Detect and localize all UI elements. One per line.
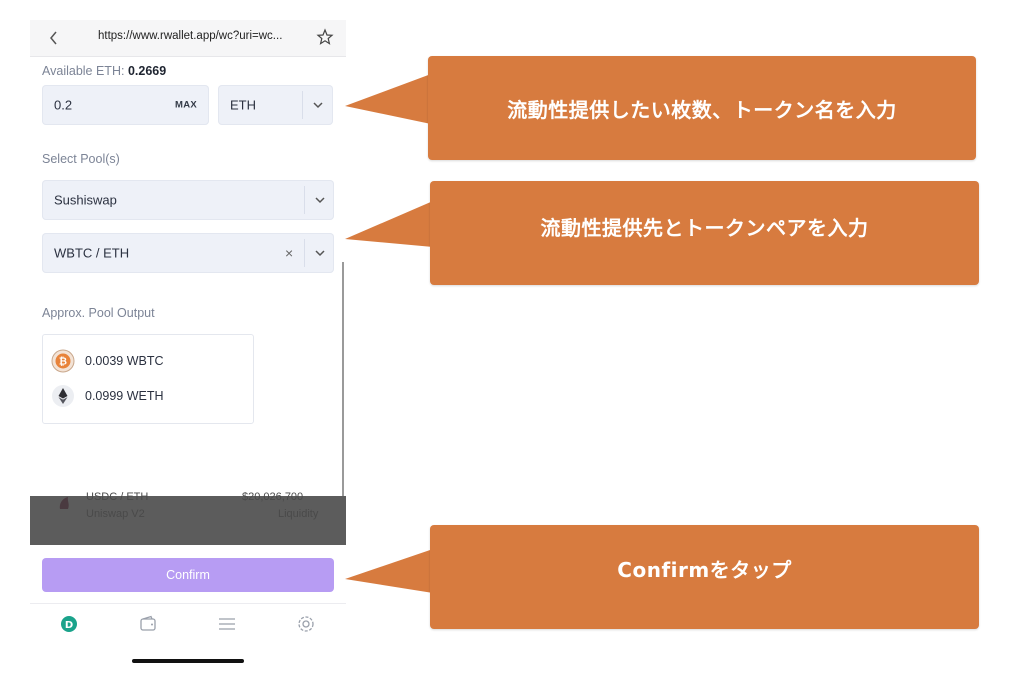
pool-output-box: ₿ 0.0039 WBTC 0.0999 WETH [42,334,254,424]
token-select[interactable]: ETH [218,85,333,125]
back-icon[interactable] [46,28,62,48]
chevron-down-icon[interactable] [314,249,326,257]
clear-icon[interactable]: × [285,245,293,261]
callout-text: 流動性提供したい枚数、トークン名を入力 [428,56,976,160]
amount-field[interactable]: 0.2 MAX [42,85,209,125]
menu-icon[interactable] [217,614,237,634]
amount-input-value[interactable]: 0.2 [54,98,72,113]
output-amount: 0.0039 WBTC [85,354,164,368]
svg-text:₿: ₿ [59,356,67,368]
pair-select-value: WBTC / ETH [54,245,130,261]
available-label: Available ETH: [42,64,125,78]
bottom-tab-bar: D [30,603,346,668]
svg-text:D: D [65,620,73,631]
callout-pointer [345,74,431,124]
select-pools-label: Select Pool(s) [42,152,120,166]
pool-select[interactable]: Sushiswap [42,180,334,220]
bitcoin-icon: ₿ [51,349,75,373]
chevron-down-icon[interactable] [312,101,324,109]
pool-output-label: Approx. Pool Output [42,306,155,320]
wallet-icon[interactable] [138,614,158,634]
settings-icon[interactable] [296,614,316,634]
bookmark-star-icon[interactable] [316,28,334,46]
background-value-label: Liquidity [278,508,319,520]
available-value: 0.2669 [127,64,167,78]
ethereum-icon [52,385,74,407]
output-amount: 0.0999 WETH [85,389,164,403]
background-value: $20,026,700 [242,491,304,503]
modal-backdrop: USDC / ETH Uniswap V2 $20,026,700 Liquid… [30,491,346,545]
background-pair: USDC / ETH [86,491,149,503]
address-bar[interactable]: https://www.rwallet.app/wc?uri=wc... [98,30,282,42]
home-indicator [132,659,244,663]
pool-select-value: Sushiswap [54,192,117,208]
divider [302,91,303,119]
confirm-button[interactable]: Confirm [42,558,334,592]
available-balance: Available ETH: 0.2669 [42,64,166,78]
callout-text: 流動性提供先とトークンペアを入力 [430,181,979,285]
browser-toolbar: https://www.rwallet.app/wc?uri=wc... [30,20,346,57]
pair-select[interactable]: WBTC / ETH × [42,233,334,273]
background-pool-name: Uniswap V2 [86,508,145,520]
callout-pointer [345,549,433,593]
mobile-screen: https://www.rwallet.app/wc?uri=wc... Ava… [30,20,346,668]
max-button[interactable]: MAX [175,100,197,111]
divider [304,239,305,267]
token-select-value: ETH [230,97,256,113]
callout-text: Confirmをタップ [430,525,979,629]
dapp-icon[interactable]: D [59,614,79,634]
pool-logo-icon [59,497,69,509]
callout-pointer [345,201,433,247]
chevron-down-icon[interactable] [314,196,326,204]
divider [304,186,305,214]
